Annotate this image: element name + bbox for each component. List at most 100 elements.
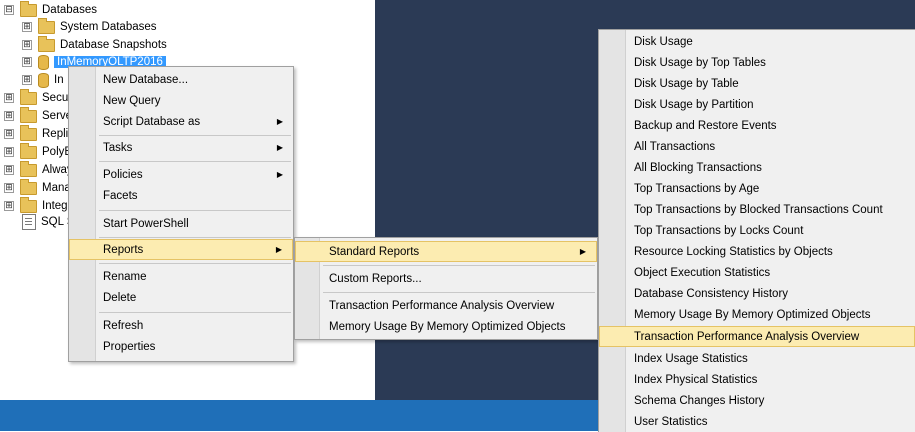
menu-item-label: Delete: [103, 291, 137, 304]
menu-item-label: Custom Reports...: [329, 272, 422, 285]
menu-item-refresh[interactable]: Refresh: [69, 315, 293, 336]
menu-separator: [99, 161, 291, 162]
tree-node-always-on[interactable]: ⊞ Alway: [4, 160, 73, 179]
menu-item-top-transactions-by-locks-count[interactable]: Top Transactions by Locks Count: [599, 220, 915, 241]
expand-icon[interactable]: ⊞: [4, 165, 14, 175]
expand-icon[interactable]: ⊞: [4, 183, 14, 193]
menu-item-all-blocking-transactions[interactable]: All Blocking Transactions: [599, 157, 915, 178]
folder-icon: [20, 88, 37, 105]
menu-item-schema-changes-history[interactable]: Schema Changes History: [599, 390, 915, 411]
menu-item-object-execution-statistics[interactable]: Object Execution Statistics: [599, 262, 915, 283]
menu-item-label: Disk Usage by Table: [634, 77, 739, 90]
menu-item-label: Rename: [103, 270, 147, 283]
expand-icon[interactable]: ⊞: [22, 40, 32, 50]
menu-item-new-database[interactable]: New Database...: [69, 69, 293, 90]
menu-item-new-query[interactable]: New Query: [69, 90, 293, 111]
menu-item-index-physical-statistics[interactable]: Index Physical Statistics: [599, 369, 915, 390]
menu-item-memory-usage-by-memory-optimized-objects[interactable]: Memory Usage By Memory Optimized Objects: [295, 316, 597, 337]
menu-item-top-transactions-by-blocked-count[interactable]: Top Transactions by Blocked Transactions…: [599, 199, 915, 220]
tree-node-replication[interactable]: ⊞ Replic: [4, 124, 74, 143]
menu-separator: [323, 292, 595, 293]
expand-icon[interactable]: ⊞: [4, 129, 14, 139]
tree-node-server-objects[interactable]: ⊞ Serve: [4, 106, 72, 125]
menu-item-label: Top Transactions by Age: [634, 182, 760, 195]
menu-item-transaction-performance-analysis-overview[interactable]: Transaction Performance Analysis Overvie…: [599, 326, 915, 347]
menu-item-memory-usage-by-memory-optimized-objects[interactable]: Memory Usage By Memory Optimized Objects: [599, 304, 915, 325]
menu-separator: [99, 237, 291, 238]
menu-separator: [99, 135, 291, 136]
submenu-arrow-icon: ▶: [276, 143, 283, 152]
submenu-arrow-icon: ▶: [276, 117, 283, 126]
tree-node-system-databases[interactable]: ⊞ System Databases: [22, 17, 157, 36]
menu-item-user-statistics[interactable]: User Statistics: [599, 411, 915, 432]
expand-icon[interactable]: ⊞: [4, 201, 14, 211]
menu-item-label: New Query: [103, 94, 161, 107]
menu-item-start-powershell[interactable]: Start PowerShell: [69, 213, 293, 234]
tree-node-sql-server-agent[interactable]: SQL S: [22, 213, 74, 231]
menu-item-label: Facets: [103, 189, 138, 202]
menu-item-standard-reports[interactable]: Standard Reports ▶: [295, 241, 597, 262]
menu-item-script-database-as[interactable]: Script Database as ▶: [69, 111, 293, 132]
expand-icon[interactable]: ⊞: [4, 147, 14, 157]
folder-icon: [20, 142, 37, 159]
menu-item-label: Transaction Performance Analysis Overvie…: [329, 299, 555, 312]
menu-separator: [99, 263, 291, 264]
menu-item-properties[interactable]: Properties: [69, 336, 293, 357]
menu-item-tasks[interactable]: Tasks ▶: [69, 137, 293, 158]
menu-item-delete[interactable]: Delete: [69, 287, 293, 308]
menu-item-backup-and-restore-events[interactable]: Backup and Restore Events: [599, 115, 915, 136]
menu-item-top-transactions-by-age[interactable]: Top Transactions by Age: [599, 178, 915, 199]
tree-node-management[interactable]: ⊞ Mana: [4, 178, 71, 197]
menu-item-disk-usage-by-table[interactable]: Disk Usage by Table: [599, 73, 915, 94]
database-context-menu: New Database... New Query Script Databas…: [68, 66, 294, 362]
standard-reports-submenu: Disk Usage Disk Usage by Top Tables Disk…: [598, 29, 915, 432]
tree-node-polybase[interactable]: ⊞ PolyB: [4, 142, 72, 161]
menu-item-transaction-performance-analysis-overview[interactable]: Transaction Performance Analysis Overvie…: [295, 295, 597, 316]
menu-item-disk-usage-by-partition[interactable]: Disk Usage by Partition: [599, 94, 915, 115]
folder-icon: [20, 106, 37, 123]
menu-item-disk-usage[interactable]: Disk Usage: [599, 31, 915, 52]
menu-item-label: Top Transactions by Blocked Transactions…: [634, 203, 883, 216]
submenu-arrow-icon: ▶: [275, 245, 282, 254]
tree-node-label: System Databases: [60, 21, 157, 33]
menu-item-label: Tasks: [103, 141, 133, 154]
menu-item-resource-locking-statistics[interactable]: Resource Locking Statistics by Objects: [599, 241, 915, 262]
menu-separator: [99, 312, 291, 313]
submenu-arrow-icon: ▶: [579, 247, 586, 256]
menu-item-label: Object Execution Statistics: [634, 266, 771, 279]
expand-icon[interactable]: ⊞: [22, 75, 32, 85]
tree-node-in[interactable]: ⊞ In: [22, 71, 64, 89]
menu-item-label: User Statistics: [634, 415, 708, 428]
menu-item-reports[interactable]: Reports ▶: [69, 239, 293, 260]
menu-item-rename[interactable]: Rename: [69, 266, 293, 287]
expand-icon[interactable]: ⊞: [4, 111, 14, 121]
menu-item-policies[interactable]: Policies ▶: [69, 164, 293, 185]
menu-item-label: Script Database as: [103, 115, 201, 128]
database-icon: [38, 54, 49, 70]
menu-item-custom-reports[interactable]: Custom Reports...: [295, 268, 597, 289]
menu-item-label: Disk Usage by Top Tables: [634, 56, 766, 69]
expand-icon[interactable]: ⊞: [22, 57, 32, 67]
tree-node-label: Integr: [42, 200, 72, 212]
menu-item-label: Reports: [103, 243, 144, 256]
menu-item-facets[interactable]: Facets: [69, 185, 293, 206]
folder-icon: [20, 124, 37, 141]
agent-document-icon: [22, 214, 36, 230]
menu-item-all-transactions[interactable]: All Transactions: [599, 136, 915, 157]
menu-item-label: Index Physical Statistics: [634, 373, 758, 386]
menu-item-index-usage-statistics[interactable]: Index Usage Statistics: [599, 348, 915, 369]
menu-item-disk-usage-by-top-tables[interactable]: Disk Usage by Top Tables: [599, 52, 915, 73]
collapse-icon[interactable]: ⊟: [4, 5, 14, 15]
menu-item-label: Database Consistency History: [634, 287, 789, 300]
menu-item-label: All Blocking Transactions: [634, 161, 762, 174]
menu-item-database-consistency-history[interactable]: Database Consistency History: [599, 283, 915, 304]
tree-node-database-snapshots[interactable]: ⊞ Database Snapshots: [22, 35, 167, 54]
menu-item-label: Properties: [103, 340, 156, 353]
menu-item-label: Disk Usage by Partition: [634, 98, 754, 111]
tree-node-databases[interactable]: ⊟ Databases: [4, 0, 97, 19]
menu-item-label: New Database...: [103, 73, 189, 86]
tree-node-security[interactable]: ⊞ Secur: [4, 88, 72, 107]
expand-icon[interactable]: ⊞: [4, 93, 14, 103]
menu-item-label: Resource Locking Statistics by Objects: [634, 245, 833, 258]
expand-icon[interactable]: ⊞: [22, 22, 32, 32]
